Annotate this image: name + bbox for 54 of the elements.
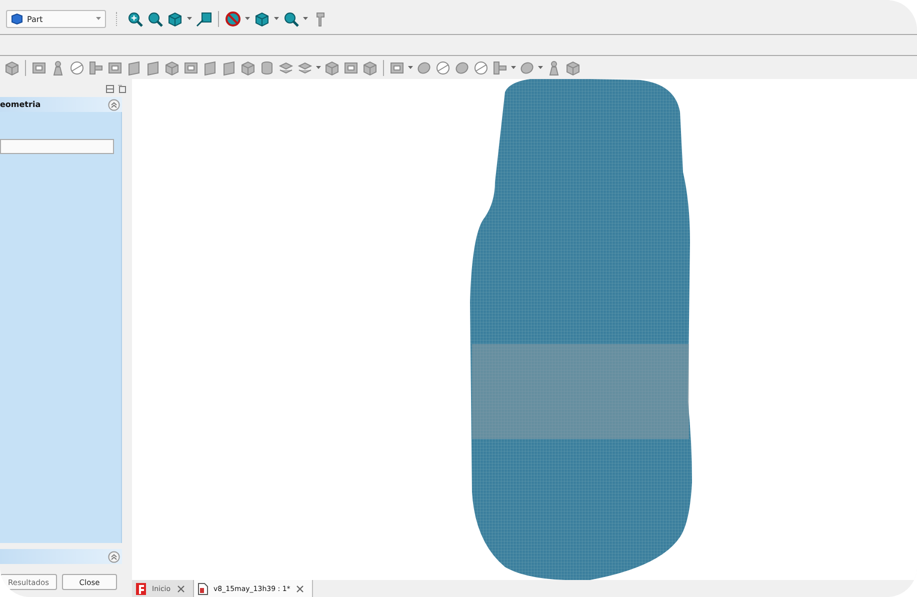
zoom-in-icon[interactable] [127, 11, 143, 27]
sheet-icon[interactable] [126, 60, 142, 76]
box-icon[interactable] [240, 60, 256, 76]
close-icon[interactable] [296, 584, 304, 592]
tee-icon[interactable] [492, 60, 508, 76]
cube-icon[interactable] [167, 11, 183, 27]
collapse-up-icon[interactable] [108, 98, 120, 110]
ellipsoid-icon[interactable] [416, 60, 432, 76]
ellipsoid-icon[interactable] [454, 60, 470, 76]
collapse-up-icon[interactable] [108, 550, 120, 562]
sheet-icon[interactable] [221, 60, 237, 76]
box-icon[interactable] [164, 60, 180, 76]
document-icon [198, 582, 208, 594]
box-icon[interactable] [324, 60, 340, 76]
circle-icon[interactable] [69, 60, 85, 76]
frame-icon[interactable] [107, 60, 123, 76]
circle-icon[interactable] [473, 60, 489, 76]
dropdown-caret-icon[interactable] [511, 66, 516, 70]
layers-icon[interactable] [278, 60, 294, 76]
panel-title: eometria [0, 100, 41, 109]
sheet-icon[interactable] [145, 60, 161, 76]
circle-icon[interactable] [435, 60, 451, 76]
dropdown-caret-icon [96, 17, 101, 21]
cube-icon [11, 13, 23, 25]
tee-icon[interactable] [88, 60, 104, 76]
box-icon[interactable] [4, 60, 20, 76]
undock-icon[interactable] [118, 85, 126, 93]
cube-icon[interactable] [254, 11, 270, 27]
frame-icon[interactable] [183, 60, 199, 76]
app-logo-icon [136, 582, 146, 594]
square-arrow-icon[interactable] [196, 11, 212, 27]
dropdown-caret-icon[interactable] [303, 17, 308, 21]
close-icon[interactable] [176, 584, 185, 592]
zoom-icon[interactable] [283, 11, 299, 27]
dropdown-caret-icon[interactable] [408, 66, 413, 70]
box-icon[interactable] [362, 60, 378, 76]
dropdown-caret-icon[interactable] [538, 66, 543, 70]
cylinder-icon[interactable] [259, 60, 275, 76]
zoom-icon[interactable] [147, 11, 163, 27]
text-field[interactable] [0, 139, 114, 154]
dropdown-caret-icon[interactable] [316, 66, 321, 70]
frame-icon[interactable] [31, 60, 47, 76]
ellipsoid-icon[interactable] [519, 60, 535, 76]
dropdown-caret-icon[interactable] [245, 17, 250, 21]
dropdown-caret-icon[interactable] [187, 17, 192, 21]
workbench-dropdown[interactable]: Part [6, 10, 106, 28]
dropdown-caret-icon[interactable] [274, 17, 279, 21]
collapse-icon[interactable] [106, 85, 114, 93]
frame-icon[interactable] [343, 60, 359, 76]
layers-icon[interactable] [297, 60, 313, 76]
sheet-icon[interactable] [202, 60, 218, 76]
box-icon[interactable] [565, 60, 581, 76]
frame-icon[interactable] [389, 60, 405, 76]
no-entry-icon[interactable] [225, 11, 241, 27]
